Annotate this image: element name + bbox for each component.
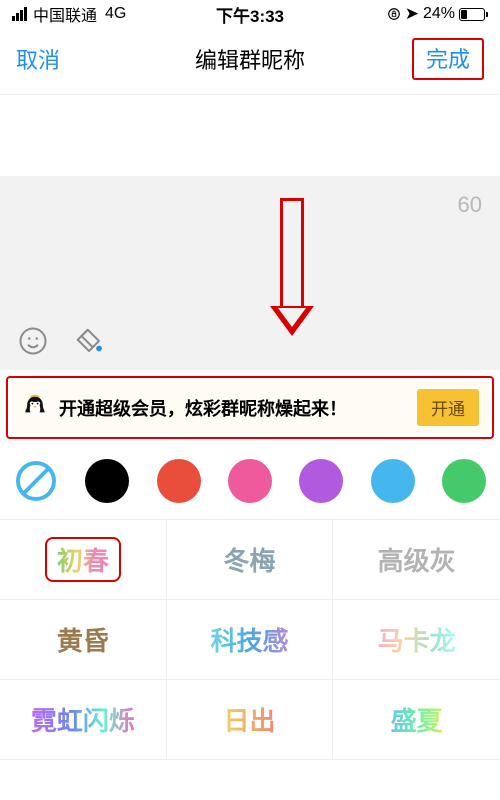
counter-row: 60 — [0, 176, 500, 318]
style-label: 霓虹闪烁 — [31, 701, 135, 738]
style-label: 科技感 — [210, 621, 288, 658]
style-label: 黄昏 — [57, 621, 109, 658]
promo-action-button[interactable]: 开通 — [417, 389, 479, 426]
color-purple[interactable] — [299, 459, 343, 503]
color-pink[interactable] — [228, 459, 272, 503]
color-green[interactable] — [442, 459, 486, 503]
emoji-icon[interactable] — [18, 326, 48, 356]
location-icon: ➤ — [405, 4, 419, 24]
style-label: 日出 — [223, 701, 275, 738]
style-shengxia[interactable]: 盛夏 — [333, 680, 500, 760]
color-none[interactable] — [14, 459, 58, 503]
status-left: 中国联通 4G — [12, 2, 126, 26]
signal-icon — [12, 7, 27, 21]
style-gaoji[interactable]: 高级灰 — [333, 520, 500, 600]
page-title: 编辑群昵称 — [195, 43, 305, 75]
paint-bucket-icon[interactable] — [74, 326, 104, 356]
style-makalong[interactable]: 马卡龙 — [333, 600, 500, 680]
done-button[interactable]: 完成 — [412, 38, 484, 80]
status-right: ➤ 24% — [387, 4, 488, 24]
color-red[interactable] — [157, 459, 201, 503]
char-counter: 60 — [458, 192, 482, 217]
style-dongmei[interactable]: 冬梅 — [167, 520, 334, 600]
color-black[interactable] — [85, 459, 129, 503]
battery-icon — [459, 8, 488, 21]
vip-promo-banner[interactable]: 开通超级会员，炫彩群昵称燥起来！ 开通 — [11, 381, 489, 434]
color-picker-row — [0, 447, 500, 519]
style-label: 马卡龙 — [378, 621, 456, 658]
style-label: 初春 — [57, 546, 109, 576]
input-toolbar — [0, 318, 500, 370]
penguin-icon — [21, 394, 49, 422]
style-label: 盛夏 — [391, 701, 443, 738]
style-label: 高级灰 — [378, 541, 456, 578]
style-keji[interactable]: 科技感 — [167, 600, 334, 680]
status-time: 下午3:33 — [216, 2, 284, 27]
promo-annotation-frame: 开通超级会员，炫彩群昵称燥起来！ 开通 — [6, 376, 494, 439]
style-grid: 初春 冬梅 高级灰 黄昏 科技感 马卡龙 霓虹闪烁 日出 盛夏 — [0, 519, 500, 760]
style-chuchun[interactable]: 初春 — [0, 520, 167, 600]
nickname-input[interactable] — [0, 94, 500, 176]
cancel-button[interactable]: 取消 — [16, 43, 60, 75]
battery-pct: 24% — [423, 5, 455, 23]
network-type: 4G — [105, 5, 126, 23]
status-bar: 中国联通 4G 下午3:33 ➤ 24% — [0, 0, 500, 26]
style-label: 冬梅 — [223, 541, 275, 578]
style-neon[interactable]: 霓虹闪烁 — [0, 680, 167, 760]
style-richu[interactable]: 日出 — [167, 680, 334, 760]
promo-text: 开通超级会员，炫彩群昵称燥起来！ — [59, 395, 407, 421]
carrier: 中国联通 — [33, 2, 97, 26]
orientation-lock-icon — [387, 7, 401, 21]
nav-bar: 取消 编辑群昵称 完成 — [0, 26, 500, 94]
style-huanghun[interactable]: 黄昏 — [0, 600, 167, 680]
color-blue[interactable] — [371, 459, 415, 503]
